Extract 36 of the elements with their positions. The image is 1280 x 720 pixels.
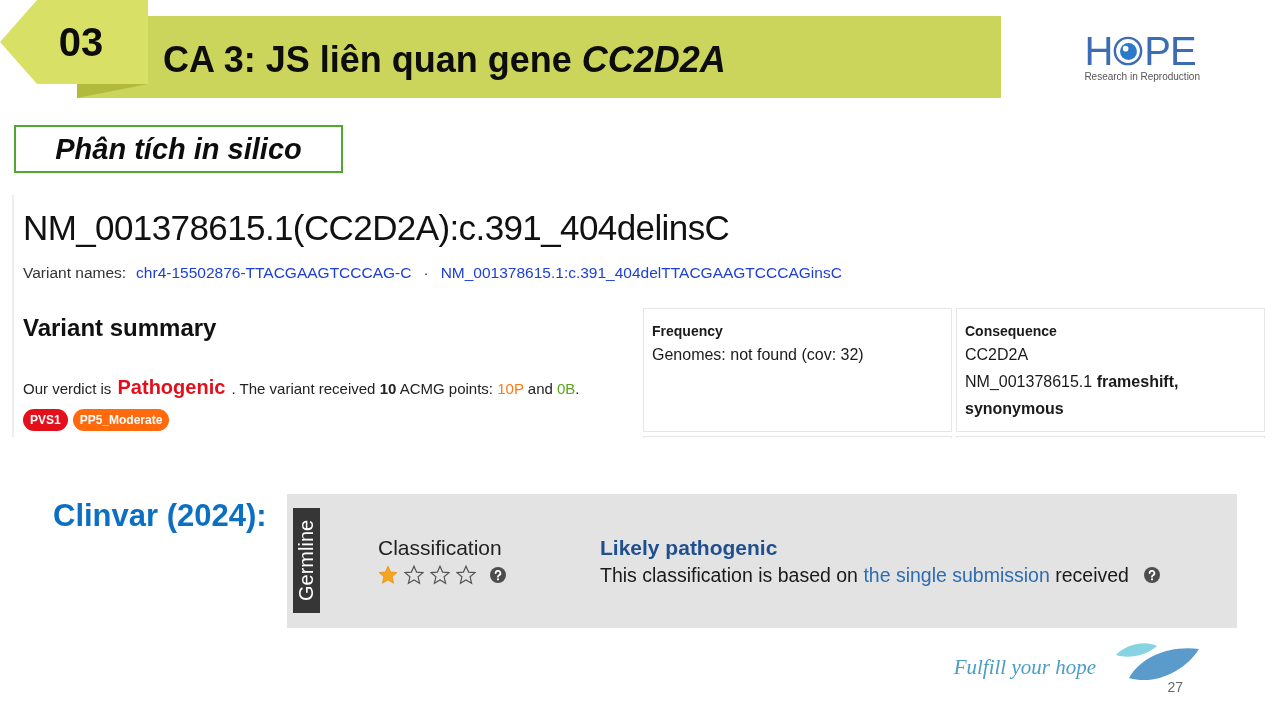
clinvar-label: Clinvar (2024): (53, 497, 268, 534)
leaves-icon (1116, 640, 1200, 682)
empty-star-icon (404, 565, 424, 585)
logo-text: PE (1144, 34, 1196, 68)
help-icon[interactable] (490, 567, 506, 583)
classification-basis-text: This classification is based on the single submission received (600, 563, 1129, 588)
card-title: Consequence (965, 322, 1057, 341)
summary-heading: Variant summary (23, 313, 218, 343)
card-text: Genomes: not found (cov: 32) (652, 345, 864, 365)
eye-icon (1113, 36, 1144, 66)
slide-title: CA 3: JS liên quan gene CC2D2A (163, 39, 726, 81)
criterion-badge: PVS1 (23, 409, 68, 431)
page-number: 27 (1167, 679, 1184, 695)
slide-number-tag: 03 (0, 0, 148, 84)
classification-result: Likely pathogenic (600, 535, 778, 561)
variant-names-label: Variant names: (23, 264, 127, 282)
empty-star-icon (456, 565, 476, 585)
classification-label: Classification (378, 535, 502, 561)
card-title: Frequency (652, 322, 723, 341)
card-text: NM_001378615.1 frameshift, synonymous (965, 372, 1180, 419)
logo-text: H (1084, 34, 1113, 68)
variant-name-link[interactable]: NM_001378615.1:c.391_404delTTACGAAGTCCCAGinsC (440, 264, 842, 282)
card-text: CC2D2A (965, 345, 1029, 365)
germline-tag: Germline (293, 508, 320, 613)
verdict-text: Our verdict is Pathogenic . The variant received 10 ACMG points: 10P and 0B. (23, 375, 581, 400)
section-label: Phân tích in silico (14, 125, 343, 173)
separator-dot: · (423, 264, 429, 282)
variant-name-link[interactable]: chr4-15502876-TTACGAAGTCCCAG-C (136, 264, 412, 282)
empty-star-icon (430, 565, 450, 585)
footer-motto: Fulfill your hope (953, 655, 1096, 680)
variant-title: NM_001378615.1(CC2D2A):c.391_404delinsC (23, 207, 731, 248)
logo-tagline: Research in Reproduction (1084, 71, 1200, 82)
filled-star-icon (378, 565, 398, 585)
help-icon[interactable] (1143, 567, 1160, 583)
criterion-badge: PP5_Moderate (72, 409, 170, 431)
submission-link[interactable]: the single submission (863, 564, 1050, 586)
